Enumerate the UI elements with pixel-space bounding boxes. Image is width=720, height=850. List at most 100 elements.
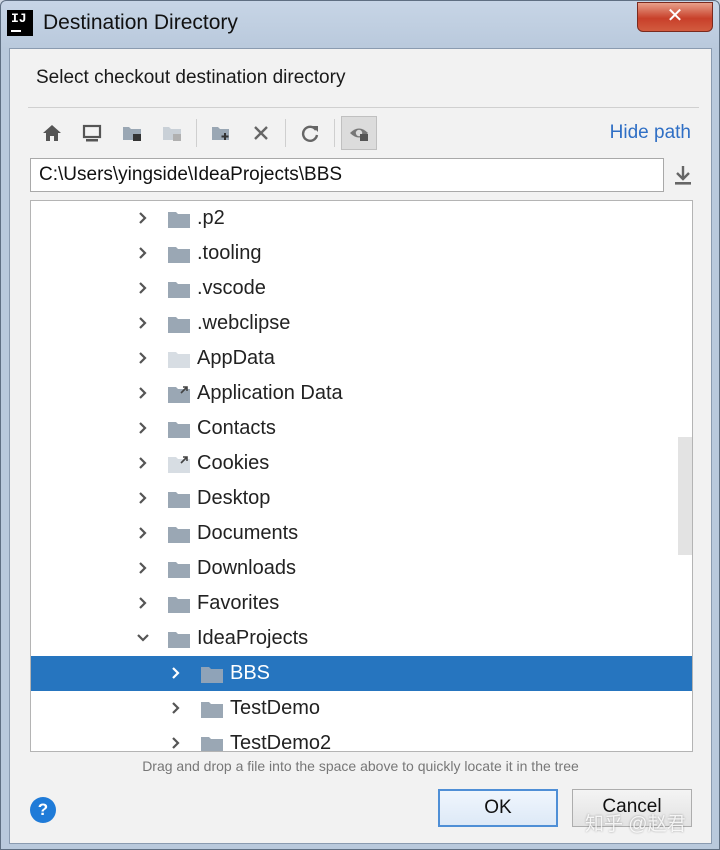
new-folder-icon <box>212 127 229 140</box>
tree-row-label: IdeaProjects <box>197 627 309 649</box>
folder-icon <box>168 632 190 648</box>
folder-icon <box>201 702 223 718</box>
chevron-right-icon[interactable] <box>168 665 184 681</box>
show-hidden-icon <box>350 128 368 141</box>
tree-row-label: Application Data <box>197 382 343 404</box>
module-folder-button[interactable] <box>152 116 192 150</box>
folder-icon <box>168 422 190 438</box>
desktop-button[interactable] <box>72 116 112 150</box>
tree-row-label: Cookies <box>197 452 270 474</box>
chevron-right-icon[interactable] <box>135 210 151 226</box>
tree-row[interactable]: AppData <box>31 341 692 376</box>
title-bar[interactable]: IJ Destination Directory ✕ <box>1 1 719 47</box>
window-title: Destination Directory <box>43 11 238 34</box>
tree-row[interactable]: Favorites <box>31 586 692 621</box>
tree-row[interactable]: .webclipse <box>31 306 692 341</box>
file-chooser-toolbar <box>32 115 379 151</box>
tree-row-label: TestDemo <box>230 697 321 719</box>
delete-button[interactable] <box>241 116 281 150</box>
toolbar-separator <box>334 119 335 147</box>
toolbar-separator <box>196 119 197 147</box>
download-icon <box>675 166 691 185</box>
home-button[interactable] <box>32 116 72 150</box>
path-field[interactable] <box>30 158 664 192</box>
desktop-icon <box>82 124 102 142</box>
tree-row-label: TestDemo2 <box>230 732 332 752</box>
tree-row[interactable]: .tooling <box>31 236 692 271</box>
tree-row[interactable]: Documents <box>31 516 692 551</box>
chevron-right-icon[interactable] <box>135 350 151 366</box>
tree-scrollbar-thumb[interactable] <box>678 437 692 555</box>
tree-row-label: .p2 <box>197 207 225 229</box>
tree-row[interactable]: BBS <box>31 656 692 691</box>
link-folder-icon <box>168 386 190 403</box>
refresh-icon <box>301 125 319 142</box>
directory-tree[interactable]: .p2 .tooling .vscode .webclipse AppData Appli… <box>30 200 693 752</box>
dialog-body: Select checkout destination directory Hi… <box>9 48 712 844</box>
tree-row[interactable]: .vscode <box>31 271 692 306</box>
toolbar-separator <box>285 119 286 147</box>
chevron-right-icon[interactable] <box>135 245 151 261</box>
dialog-prompt: Select checkout destination directory <box>36 67 346 88</box>
folder-icon <box>168 492 190 508</box>
show-hidden-toggle[interactable] <box>341 116 377 150</box>
hidden-folder-icon <box>168 352 190 368</box>
tree-row-label: Contacts <box>197 417 276 439</box>
project-folder-icon <box>123 127 141 141</box>
refresh-button[interactable] <box>290 116 330 150</box>
tree-row[interactable]: .p2 <box>31 201 692 236</box>
chevron-right-icon[interactable] <box>135 385 151 401</box>
folder-icon <box>168 212 190 228</box>
tree-row[interactable]: Contacts <box>31 411 692 446</box>
tree-row[interactable]: IdeaProjects <box>31 621 692 656</box>
watermark: 知乎 @赵君 <box>585 814 686 835</box>
tree-row-label: .webclipse <box>197 312 291 334</box>
tree-row-label: AppData <box>197 347 275 369</box>
folder-icon <box>201 737 223 751</box>
intellij-app-icon: IJ <box>7 10 33 36</box>
tree-row-label: Downloads <box>197 557 296 579</box>
tree-row[interactable]: Cookies <box>31 446 692 481</box>
tree-row[interactable]: Desktop <box>31 481 692 516</box>
chevron-right-icon[interactable] <box>135 280 151 296</box>
chevron-right-icon[interactable] <box>168 735 184 751</box>
module-folder-icon <box>163 127 181 141</box>
drag-drop-hint: Drag and drop a file into the space abov… <box>142 758 579 774</box>
folder-icon <box>168 317 190 333</box>
folder-icon <box>168 247 190 263</box>
tree-row-label: Favorites <box>197 592 280 614</box>
tree-row-label: .tooling <box>197 242 262 264</box>
chevron-right-icon[interactable] <box>135 560 151 576</box>
tree-row[interactable]: Application Data <box>31 376 692 411</box>
tree-row[interactable]: Downloads <box>31 551 692 586</box>
chevron-down-icon[interactable] <box>135 630 151 646</box>
ok-button[interactable]: OK <box>438 789 558 827</box>
app-icon-text: IJ <box>11 11 27 26</box>
tree-row[interactable]: TestDemo2 <box>31 726 692 752</box>
dialog-window: IJ Destination Directory ✕ Select checko… <box>0 0 720 850</box>
project-folder-button[interactable] <box>112 116 152 150</box>
divider <box>28 107 699 108</box>
folder-icon <box>168 527 190 543</box>
chevron-right-icon[interactable] <box>135 490 151 506</box>
tree-row[interactable]: TestDemo <box>31 691 692 726</box>
chevron-right-icon[interactable] <box>135 420 151 436</box>
tree-row-label: BBS <box>230 662 271 684</box>
tree-row-label: Desktop <box>197 487 271 509</box>
path-history-button[interactable] <box>671 163 695 187</box>
help-button[interactable]: ? <box>30 797 56 823</box>
link-folder-hidden-icon <box>168 456 190 473</box>
chevron-right-icon[interactable] <box>135 455 151 471</box>
close-button[interactable]: ✕ <box>637 2 713 32</box>
tree-row-label: .vscode <box>197 277 266 299</box>
folder-icon <box>201 667 223 683</box>
delete-icon <box>254 126 268 140</box>
home-icon <box>43 125 61 141</box>
tree-row-label: Documents <box>197 522 299 544</box>
chevron-right-icon[interactable] <box>135 525 151 541</box>
chevron-right-icon[interactable] <box>168 700 184 716</box>
chevron-right-icon[interactable] <box>135 315 151 331</box>
chevron-right-icon[interactable] <box>135 595 151 611</box>
hide-path-link[interactable]: Hide path <box>610 122 691 144</box>
new-folder-button[interactable] <box>201 116 241 150</box>
